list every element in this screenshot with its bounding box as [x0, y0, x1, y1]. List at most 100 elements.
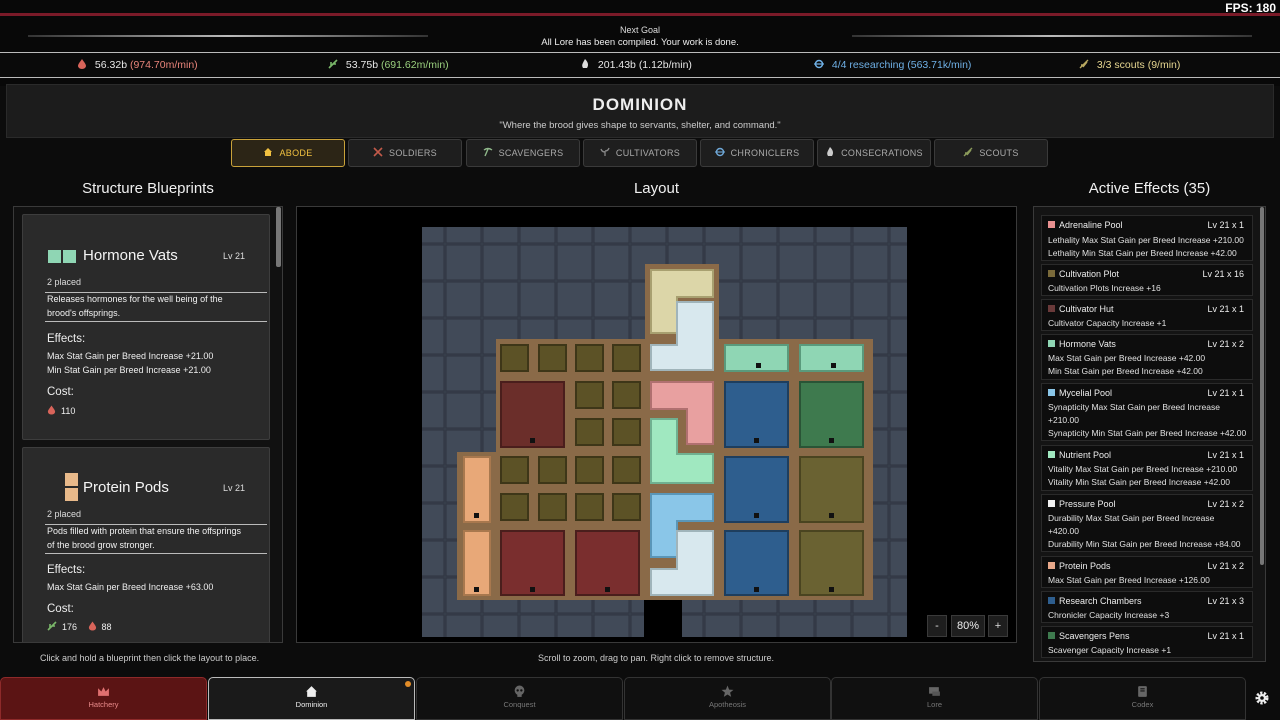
effect-line: Cultivation Plots Increase +16 [1048, 283, 1161, 293]
blueprint-cost: 176 88 [47, 621, 112, 632]
tab-abode[interactable]: ABODE [231, 139, 345, 167]
effect-line: Durability Max Stat Gain per Breed Incre… [1048, 513, 1215, 523]
effect-item: Protein Pods Lv 21 x 2 Max Stat Gain per… [1041, 556, 1253, 588]
tab-chroniclers[interactable]: CHRONICLERS [700, 139, 814, 167]
blueprints-scrollbar[interactable] [276, 207, 281, 267]
effect-level: Lv 21 x 1 [1207, 631, 1244, 641]
skull-icon [514, 685, 525, 697]
resource-amount: 56.32b [94, 59, 128, 71]
effect-line: Max Stat Gain per Breed Increase +42.00 [1048, 353, 1206, 363]
tab-scavengers[interactable]: SCAVENGERS [466, 139, 580, 167]
notification-dot [405, 681, 411, 687]
sprout-icon [600, 147, 610, 156]
resource-rate: (974.70m/min) [129, 59, 198, 71]
blueprint-description: Pods filled with protein that ensure the… [47, 526, 241, 550]
nav-label: Lore [926, 700, 942, 709]
blood-drop-icon [88, 621, 96, 631]
effect-item: Cultivator Hut Lv 21 x 1 Cultivator Capa… [1041, 299, 1253, 331]
cost-label: Cost: [47, 603, 74, 615]
cost-value: 110 [61, 406, 76, 416]
blueprint-card-hormone-vats[interactable]: Hormone Vats Lv 21 2 placed Releases hor… [22, 214, 270, 440]
resource-rate: (1.12b/min) [638, 59, 692, 71]
scout-icon [1079, 59, 1089, 69]
tab-scouts[interactable]: SCOUTS [934, 139, 1048, 167]
tab-label: CHRONICLERS [730, 148, 800, 158]
effects-scrollbar[interactable] [1260, 207, 1264, 565]
effect-color-swatch [1048, 597, 1055, 604]
resource-amount: 3/3 scouts [1096, 59, 1145, 71]
nav-dominion[interactable]: Dominion [208, 677, 415, 720]
resource-amount: 4/4 researching [831, 59, 905, 71]
blueprint-effect: Min Stat Gain per Breed Increase +21.00 [47, 365, 211, 375]
effect-item: Nutrient Pool Lv 21 x 1 Vitality Max Sta… [1041, 445, 1253, 491]
effect-line: Synapticity Max Stat Gain per Breed Incr… [1048, 402, 1220, 412]
effect-line: Cultivator Capacity Increase +1 [1048, 318, 1167, 328]
research-chamber [724, 381, 789, 448]
storage-plot [799, 456, 864, 523]
effect-color-swatch [1048, 305, 1055, 312]
cost-label: Cost: [47, 386, 74, 398]
effect-item: Scavengers Pens Lv 21 x 1 Scavenger Capa… [1041, 626, 1253, 658]
blueprint-placed: 2 placed [47, 277, 82, 287]
effect-name: Scavengers Pens [1048, 631, 1130, 641]
settings-gear-icon[interactable] [1254, 690, 1270, 706]
layout-map[interactable] [297, 207, 1016, 642]
effects-heading: Active Effects (35) [1088, 180, 1211, 197]
blood-drop-icon [78, 59, 86, 69]
zoom-out-button[interactable]: - [927, 615, 947, 637]
effect-item: Hormone Vats Lv 21 x 2 Max Stat Gain per… [1041, 334, 1253, 380]
effect-line: Scavenger Capacity Increase +1 [1048, 645, 1172, 655]
swords-icon [373, 147, 383, 157]
tab-label: CULTIVATORS [615, 148, 681, 158]
blueprint-color-swatch [65, 473, 78, 501]
resource-blood: 56.32b (974.70m/min) [77, 59, 198, 71]
zoom-in-button[interactable]: + [988, 615, 1008, 637]
research-chamber [724, 530, 789, 596]
nav-hatchery[interactable]: Hatchery [0, 677, 207, 720]
effect-line: Durability Min Stat Gain per Breed Incre… [1048, 539, 1241, 549]
tab-consecrations[interactable]: CONSECRATIONS [817, 139, 931, 167]
tab-soldiers[interactable]: SOLDIERS [348, 139, 462, 167]
blueprint-placed: 2 placed [47, 509, 82, 519]
effect-line: Min Stat Gain per Breed Increase +42.00 [1048, 366, 1203, 376]
effect-level: Lv 21 x 3 [1207, 596, 1244, 606]
layout-canvas[interactable] [296, 206, 1017, 643]
blueprints-panel: Hormone Vats Lv 21 2 placed Releases hor… [13, 206, 283, 643]
effect-line: Lethality Max Stat Gain per Breed Increa… [1048, 235, 1244, 245]
tab-label: SCOUTS [979, 148, 1019, 158]
effects-label: Effects: [47, 333, 86, 345]
resource-rate: (563.71k/min) [907, 59, 972, 71]
blueprint-card-protein-pods[interactable]: Protein Pods Lv 21 2 placed Pods filled … [22, 447, 270, 642]
tab-cultivators[interactable]: CULTIVATORS [583, 139, 697, 167]
resource-rate: (691.62m/min) [380, 59, 449, 71]
nav-lore[interactable]: Lore [831, 677, 1038, 720]
flame-icon [582, 59, 589, 68]
nav-codex[interactable]: Codex [1039, 677, 1246, 720]
nav-label: Conquest [503, 700, 536, 709]
nav-conquest[interactable]: Conquest [416, 677, 623, 720]
next-goal-title: Next Goal [619, 25, 661, 35]
resource-scouts: 3/3 scouts (9/min) [1079, 59, 1180, 71]
effect-name: Protein Pods [1048, 561, 1111, 571]
blueprints-hint: Click and hold a blueprint then click th… [40, 653, 260, 663]
tab-label: ABODE [279, 148, 313, 158]
effect-name: Pressure Pool [1048, 499, 1116, 509]
layout-heading: Layout [633, 180, 680, 197]
protein-pod [463, 530, 491, 596]
nav-apotheosis[interactable]: Apotheosis [624, 677, 831, 720]
effect-line: Chronicler Capacity Increase +3 [1048, 610, 1170, 620]
blueprint-level: Lv 21 [222, 251, 245, 261]
crown-icon [98, 687, 109, 696]
nav-label: Dominion [295, 700, 328, 709]
divider [45, 321, 267, 322]
cultivator-hut [500, 381, 565, 448]
cost-value: 176 [62, 622, 78, 632]
effect-item: Cultivation Plot Lv 21 x 16 Cultivation … [1041, 264, 1253, 296]
adrenaline-pool [500, 530, 565, 596]
blueprints-heading: Structure Blueprints [82, 180, 214, 197]
effect-level: Lv 21 x 1 [1207, 450, 1244, 460]
blueprint-cost: 110 [47, 405, 75, 416]
effect-item: Adrenaline Pool Lv 21 x 1 Lethality Max … [1041, 215, 1253, 261]
effect-line: Vitality Min Stat Gain per Breed Increas… [1048, 477, 1230, 487]
scroll-icon [929, 687, 940, 696]
